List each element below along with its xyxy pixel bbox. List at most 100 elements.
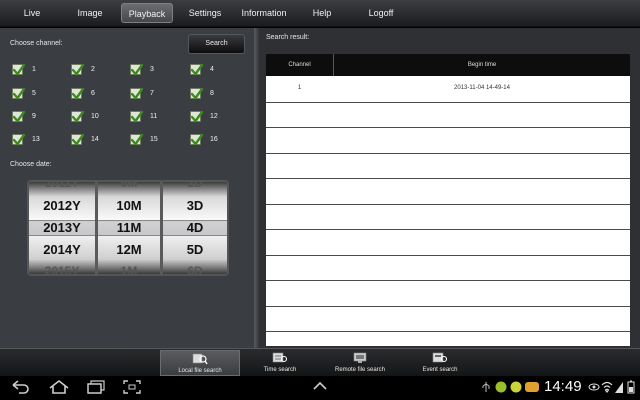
- month-item[interactable]: 1M: [98, 264, 160, 274]
- local-file-search-button[interactable]: Local file search: [160, 350, 240, 376]
- tab-logoff[interactable]: Logoff: [362, 0, 400, 27]
- channel-2-checkbox[interactable]: 2: [71, 63, 111, 76]
- back-icon[interactable]: [10, 379, 30, 395]
- column-header-channel[interactable]: Channel: [266, 54, 333, 76]
- checkmark-icon: [190, 133, 204, 146]
- channel-number: 9: [32, 113, 36, 120]
- checkbox-box[interactable]: [130, 63, 144, 76]
- checkbox-box[interactable]: [190, 110, 204, 123]
- channel-8-checkbox[interactable]: 8: [190, 87, 230, 100]
- cell-channel: 1: [297, 85, 302, 91]
- event-search-label: Event search: [422, 367, 458, 373]
- search-button[interactable]: Search: [188, 34, 245, 54]
- table-row-divider: [266, 280, 630, 281]
- time-search-label: Time search: [263, 367, 297, 373]
- date-picker: 2011Y 2012Y 2013Y 2014Y 2015Y 9M 10M 11M 12M 1M …: [27, 180, 229, 276]
- channel-4-checkbox[interactable]: 4: [190, 63, 230, 76]
- channel-14-checkbox[interactable]: 14: [71, 133, 111, 146]
- channel-7-checkbox[interactable]: 7: [130, 87, 170, 100]
- checkmark-icon: [130, 110, 144, 123]
- channel-1-checkbox[interactable]: 1: [12, 63, 52, 76]
- channel-10-checkbox[interactable]: 10: [71, 110, 111, 123]
- channel-number: 16: [210, 136, 218, 143]
- notification-icon-green: [495, 381, 507, 393]
- checkmark-icon: [190, 87, 204, 100]
- usb-icon: [482, 382, 490, 392]
- checkmark-icon: [130, 87, 144, 100]
- month-item[interactable]: 9M: [98, 182, 160, 190]
- channel-number: 2: [91, 66, 95, 73]
- channel-number: 1: [32, 66, 36, 73]
- checkbox-box[interactable]: [12, 133, 26, 146]
- recent-apps-icon[interactable]: [86, 379, 106, 395]
- checkbox-box[interactable]: [71, 133, 85, 146]
- checkmark-icon: [12, 63, 26, 76]
- year-item[interactable]: 2014Y: [29, 242, 95, 257]
- table-header: Channel Begin time: [266, 54, 630, 76]
- checkmark-icon: [12, 87, 26, 100]
- event-search-button[interactable]: Event search: [404, 350, 476, 376]
- day-wheel[interactable]: 2D 3D 4D 5D 6D: [163, 182, 227, 274]
- year-item[interactable]: 2015Y: [29, 264, 95, 274]
- wifi-icon: [601, 381, 613, 393]
- channel-11-checkbox[interactable]: 11: [130, 110, 170, 123]
- channel-13-checkbox[interactable]: 13: [12, 133, 52, 146]
- channel-15-checkbox[interactable]: 15: [130, 133, 170, 146]
- channel-12-checkbox[interactable]: 12: [190, 110, 230, 123]
- day-item[interactable]: 2D: [163, 182, 227, 190]
- checkbox-box[interactable]: [130, 87, 144, 100]
- time-search-button[interactable]: Time search: [244, 350, 316, 376]
- channel-9-checkbox[interactable]: 9: [12, 110, 52, 123]
- month-item[interactable]: 11M: [98, 220, 160, 235]
- channel-number: 15: [150, 136, 158, 143]
- status-clock: 14:49: [544, 378, 582, 395]
- year-item[interactable]: 2011Y: [29, 182, 95, 190]
- channel-3-checkbox[interactable]: 3: [130, 63, 170, 76]
- checkbox-box[interactable]: [130, 133, 144, 146]
- checkbox-box[interactable]: [130, 110, 144, 123]
- screenshot-icon[interactable]: [122, 379, 142, 395]
- tab-playback[interactable]: Playback: [121, 3, 173, 23]
- checkbox-box[interactable]: [12, 110, 26, 123]
- year-item[interactable]: 2013Y: [29, 220, 95, 235]
- home-icon[interactable]: [48, 379, 70, 395]
- checkbox-box[interactable]: [71, 63, 85, 76]
- checkbox-box[interactable]: [71, 87, 85, 100]
- channel-6-checkbox[interactable]: 6: [71, 87, 111, 100]
- month-wheel[interactable]: 9M 10M 11M 12M 1M: [98, 182, 160, 274]
- table-row-divider: [266, 229, 630, 230]
- tab-image[interactable]: Image: [70, 0, 110, 27]
- tab-information[interactable]: Information: [238, 0, 290, 27]
- checkbox-box[interactable]: [12, 87, 26, 100]
- column-header-begin-time[interactable]: Begin time: [334, 54, 630, 76]
- channel-16-checkbox[interactable]: 16: [190, 133, 230, 146]
- year-wheel[interactable]: 2011Y 2012Y 2013Y 2014Y 2015Y: [29, 182, 95, 274]
- tab-live[interactable]: Live: [12, 0, 52, 27]
- year-item[interactable]: 2012Y: [29, 198, 95, 213]
- channel-5-checkbox[interactable]: 5: [12, 87, 52, 100]
- notification-icon-lime: [510, 381, 522, 393]
- remote-file-search-button[interactable]: Remote file search: [320, 350, 400, 376]
- table-row[interactable]: 1 2013-11-04 14-49-14: [266, 76, 630, 102]
- checkmark-icon: [130, 63, 144, 76]
- day-item[interactable]: 4D: [163, 220, 227, 235]
- channel-number: 11: [150, 113, 158, 120]
- checkbox-box[interactable]: [190, 87, 204, 100]
- tab-settings[interactable]: Settings: [184, 0, 226, 27]
- checkmark-icon: [71, 110, 85, 123]
- channel-number: 12: [210, 113, 218, 120]
- day-item[interactable]: 6D: [163, 264, 227, 274]
- checkbox-box[interactable]: [190, 133, 204, 146]
- day-item[interactable]: 5D: [163, 242, 227, 257]
- tab-help[interactable]: Help: [306, 0, 338, 27]
- checkbox-box[interactable]: [190, 63, 204, 76]
- choose-channel-label: Choose channel:: [10, 40, 63, 47]
- checkbox-box[interactable]: [71, 110, 85, 123]
- chevron-up-icon[interactable]: [312, 379, 328, 393]
- month-item[interactable]: 10M: [98, 198, 160, 213]
- system-navigation-bar: 14:49: [0, 376, 640, 400]
- month-item[interactable]: 12M: [98, 242, 160, 257]
- remote-file-search-label: Remote file search: [334, 367, 386, 373]
- day-item[interactable]: 3D: [163, 198, 227, 213]
- checkbox-box[interactable]: [12, 63, 26, 76]
